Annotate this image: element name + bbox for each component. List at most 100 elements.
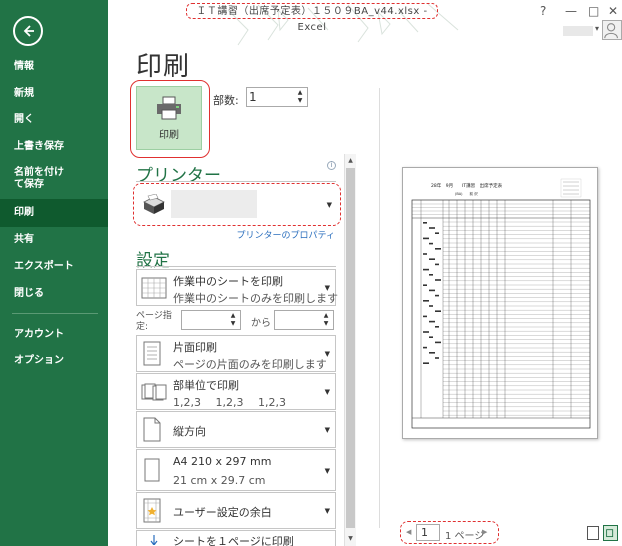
preview-cell-mark [429,320,435,323]
pane-divider [379,88,380,528]
settings-heading: 設定 [136,251,170,271]
avatar[interactable] [602,20,622,40]
scroll-down-icon[interactable]: ▼ [345,534,356,544]
nav-export[interactable]: エクスポート [0,260,108,274]
margins-dropdown[interactable]: ユーザー設定の余白 ▼ [136,492,336,529]
copies-down-icon[interactable]: ▼ [295,97,305,105]
preview-cell-mark [429,289,435,292]
preview-sub-text: (BA) 前 沢 [455,191,478,196]
zoom-to-page-button[interactable] [603,525,618,541]
preview-cell-mark [429,336,433,338]
print-scope-dropdown[interactable]: 作業中のシートを印刷 作業中のシートのみを印刷します ▼ [136,269,338,306]
nav-account[interactable]: アカウント [0,328,108,342]
show-margins-button[interactable] [587,526,599,540]
copies-stepper[interactable]: ▲ ▼ [246,87,308,107]
scaling-label: シートを１ページに印刷 [173,535,294,546]
print-scope-caret-icon: ▼ [324,284,330,292]
user-name-redacted[interactable] [563,26,593,36]
nav-share[interactable]: 共有 [0,233,108,247]
print-sides-dropdown[interactable]: 片面印刷 ページの片面のみを印刷します ▼ [136,335,336,372]
print-sides-desc: ページの片面のみを印刷します [173,358,327,371]
scroll-thumb[interactable] [346,168,355,528]
orientation-caret-icon: ▼ [324,426,330,434]
total-pages-label: 1 ページ [445,531,485,542]
printer-device-icon [143,194,165,214]
margins-caret-icon: ▼ [324,507,330,515]
help-button[interactable]: ? [540,4,546,18]
preview-cell-mark [435,232,439,234]
portrait-page-icon [143,417,161,442]
nav-new[interactable]: 新規 [0,87,108,101]
printer-properties-link[interactable]: プリンターのプロパティ [237,228,335,241]
nav-info[interactable]: 情報 [0,60,108,74]
preview-cell-mark [435,357,439,359]
previous-page-icon[interactable]: ◀ [406,528,411,536]
window-title: ＩＴ講習（出席予定表）１５０９BA_v44.xlsx - Excel [186,3,438,33]
current-page-input[interactable]: 1 [416,524,440,541]
nav-save-as[interactable]: 名前を付けて保存 [0,166,108,192]
pages-to-up-icon[interactable]: ▲ [321,312,331,320]
next-page-icon[interactable]: ▶ [482,528,487,536]
pages-to-input[interactable] [277,312,319,328]
close-button[interactable]: ✕ [608,4,618,18]
preview-cell-mark [429,227,435,229]
preview-cell-mark [423,237,429,240]
preview-cell-mark [429,242,433,245]
paper-size-label: A4 210 x 297 mm [173,455,272,468]
copies-up-icon[interactable]: ▲ [295,89,305,97]
pages-from-up-icon[interactable]: ▲ [228,312,238,320]
printer-dropdown-caret-icon: ▼ [326,201,332,209]
back-arrow-icon [23,25,34,37]
collate-dropdown[interactable]: 部単位で印刷 1,2,3 1,2,3 1,2,3 ▼ [136,373,336,410]
preview-cell-mark [429,274,433,276]
preview-cell-mark [423,331,429,333]
pages-to-stepper[interactable]: ▲ ▼ [274,310,334,330]
preview-cell-mark [435,248,441,250]
pages-to-down-icon[interactable]: ▼ [321,320,331,328]
nav-close[interactable]: 閉じる [0,287,108,301]
paper-size-caret-icon: ▼ [324,467,330,475]
nav-print[interactable]: 印刷 [0,199,108,227]
preview-cell-mark [435,326,439,328]
scroll-up-icon[interactable]: ▲ [345,156,356,166]
printer-dropdown[interactable]: ▼ [137,187,337,222]
nav-open[interactable]: 開く [0,113,108,127]
preview-cell-mark [435,294,439,297]
nav-divider [12,313,98,314]
printer-icon [157,96,181,119]
pages-label: ページ指定: [136,311,172,332]
pages-from-down-icon[interactable]: ▼ [228,320,238,328]
preview-cell-mark [423,268,429,271]
maximize-button[interactable]: □ [588,4,599,18]
collate-caret-icon: ▼ [324,388,330,396]
print-button[interactable]: 印刷 [136,86,202,150]
backstage-sidebar: 情報 新規 開く 上書き保存 名前を付けて保存 印刷 共有 エクスポート 閉じる… [0,0,108,546]
pages-from-input[interactable] [184,312,226,328]
settings-scrollbar[interactable]: ▲ ▼ [344,154,356,546]
collate-label: 部単位で印刷 [173,379,239,392]
back-button[interactable] [13,16,43,46]
paper-size-desc: 21 cm x 29.7 cm [173,474,266,487]
pages-from-stepper[interactable]: ▲ ▼ [181,310,241,330]
preview-cell-mark [423,253,427,255]
custom-margins-icon [143,498,161,523]
scaling-dropdown[interactable]: シートを１ページに印刷 [136,530,336,546]
info-icon[interactable]: i [327,161,336,170]
preview-cell-mark [429,352,435,354]
collate-desc: 1,2,3 1,2,3 1,2,3 [173,396,286,409]
copies-input[interactable] [249,89,293,105]
print-sides-label: 片面印刷 [173,341,217,354]
print-sides-caret-icon: ▼ [324,350,330,358]
person-icon [604,23,618,39]
page-title: 印刷 [136,52,191,82]
paper-size-dropdown[interactable]: A4 210 x 297 mm 21 cm x 29.7 cm ▼ [136,449,336,491]
preview-cell-mark [423,222,427,224]
zoom-page-icon [606,529,614,538]
minimize-button[interactable]: — [565,4,577,18]
user-dropdown-caret-icon[interactable]: ▾ [595,24,599,33]
orientation-dropdown[interactable]: 縦方向 ▼ [136,411,336,448]
nav-options[interactable]: オプション [0,354,108,368]
print-button-label: 印刷 [159,129,179,141]
excel-backstage: 情報 新規 開く 上書き保存 名前を付けて保存 印刷 共有 エクスポート 閉じる… [0,0,622,546]
nav-save[interactable]: 上書き保存 [0,140,108,154]
